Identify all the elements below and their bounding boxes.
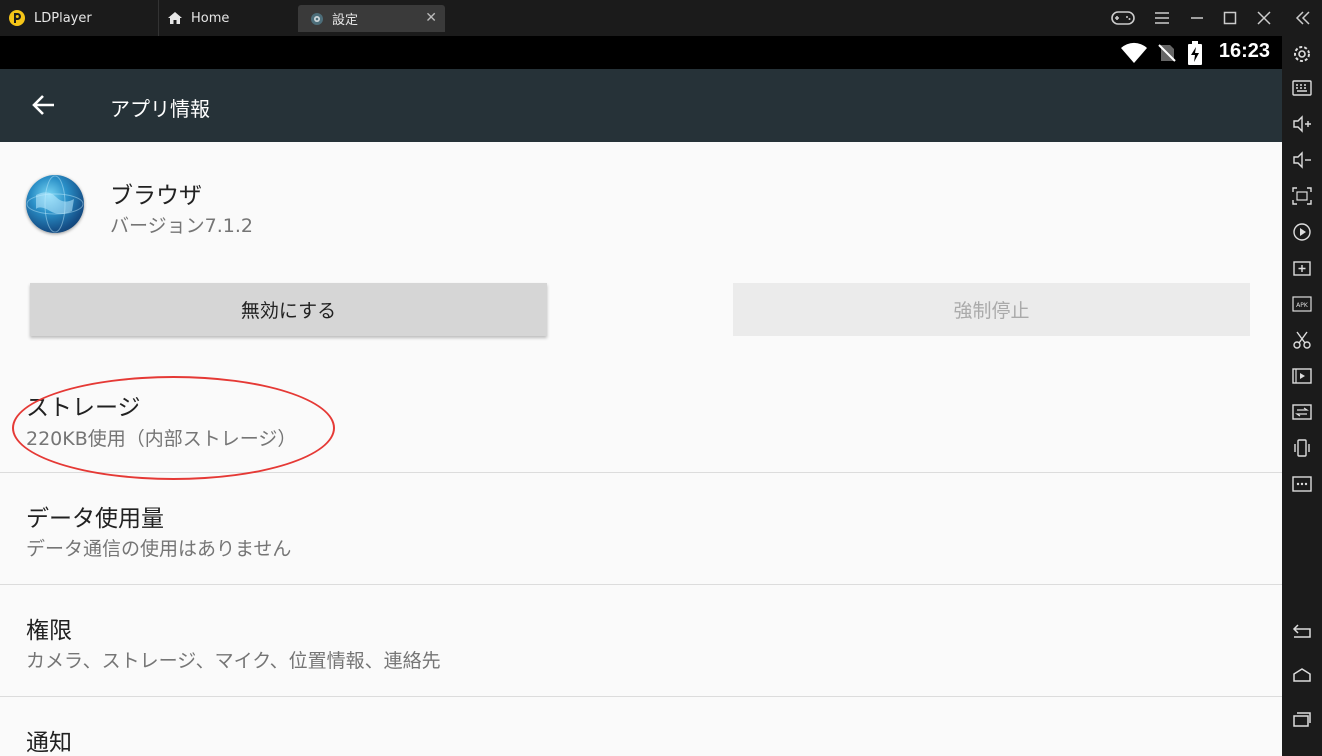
row-title: 通知 bbox=[26, 730, 72, 756]
ldplayer-logo-icon bbox=[8, 9, 26, 27]
app-bar: アプリ情報 bbox=[0, 69, 1282, 142]
battery-charging-icon bbox=[1188, 41, 1202, 69]
clock: 16:23 bbox=[1218, 40, 1270, 62]
app-info-content: ブラウザ バージョン7.1.2 無効にする 強制停止 ストレージ 220KB使用… bbox=[0, 142, 1282, 756]
row-subtitle: カメラ、ストレージ、マイク、位置情報、連絡先 bbox=[26, 650, 441, 672]
screenshot-frame-icon[interactable] bbox=[1291, 185, 1313, 207]
android-status-bar: 16:23 bbox=[0, 36, 1282, 69]
app-name: ブラウザ bbox=[110, 183, 202, 209]
tab-label: Home bbox=[191, 10, 230, 26]
volume-down-icon[interactable] bbox=[1291, 149, 1313, 171]
no-sim-icon bbox=[1157, 43, 1177, 67]
app-version: バージョン7.1.2 bbox=[110, 215, 253, 237]
settings-gear-icon bbox=[310, 12, 324, 26]
volume-up-icon[interactable] bbox=[1291, 113, 1313, 135]
maximize-icon[interactable] bbox=[1215, 0, 1245, 36]
row-subtitle: データ通信の使用はありません bbox=[26, 538, 292, 560]
video-icon[interactable] bbox=[1291, 365, 1313, 387]
tab-settings[interactable]: 設定 ✕ bbox=[298, 5, 445, 32]
home-nav-icon[interactable] bbox=[1291, 664, 1313, 686]
list-item-permissions[interactable]: 権限 カメラ、ストレージ、マイク、位置情報、連絡先 bbox=[0, 585, 1282, 696]
minimize-icon[interactable] bbox=[1182, 0, 1212, 36]
list-item-data-usage[interactable]: データ使用量 データ通信の使用はありません bbox=[0, 473, 1282, 584]
gamepad-icon[interactable] bbox=[1108, 0, 1138, 36]
disable-button[interactable]: 無効にする bbox=[30, 283, 547, 336]
tab-ldplayer[interactable]: LDPlayer bbox=[8, 0, 158, 36]
list-item-notifications[interactable]: 通知 bbox=[0, 697, 1282, 756]
recent-apps-icon[interactable] bbox=[1291, 708, 1313, 730]
browser-globe-icon bbox=[26, 175, 84, 233]
close-tab-icon[interactable]: ✕ bbox=[425, 10, 437, 26]
scissors-icon[interactable] bbox=[1291, 329, 1313, 351]
record-icon[interactable] bbox=[1291, 221, 1313, 243]
red-annotation-circle bbox=[12, 376, 335, 480]
sync-icon[interactable] bbox=[1291, 401, 1313, 423]
keyboard-icon[interactable] bbox=[1291, 77, 1313, 99]
page-title: アプリ情報 bbox=[110, 97, 210, 121]
collapse-sidebar-icon[interactable] bbox=[1288, 0, 1318, 36]
tab-label: 設定 bbox=[332, 13, 359, 28]
force-stop-button[interactable]: 強制停止 bbox=[733, 283, 1250, 336]
close-window-icon[interactable] bbox=[1249, 0, 1279, 36]
add-window-icon[interactable] bbox=[1291, 257, 1313, 279]
back-arrow-icon[interactable] bbox=[30, 91, 58, 119]
svg-text:APK: APK bbox=[1296, 302, 1309, 309]
row-title: データ使用量 bbox=[26, 506, 164, 532]
menu-icon[interactable] bbox=[1147, 0, 1177, 36]
tab-label: LDPlayer bbox=[34, 10, 92, 26]
more-options-icon[interactable] bbox=[1291, 473, 1313, 495]
home-icon bbox=[167, 11, 183, 25]
shake-icon[interactable] bbox=[1291, 437, 1313, 459]
settings-icon[interactable] bbox=[1291, 43, 1313, 65]
back-nav-icon[interactable] bbox=[1291, 620, 1313, 642]
emulator-sidebar: APK bbox=[1282, 36, 1322, 756]
apk-install-icon[interactable]: APK bbox=[1291, 293, 1313, 315]
row-title: 権限 bbox=[26, 618, 72, 644]
wifi-icon bbox=[1120, 42, 1148, 68]
emulator-titlebar: LDPlayer Home 設定 ✕ bbox=[0, 0, 1322, 36]
tab-home[interactable]: Home bbox=[158, 0, 296, 36]
